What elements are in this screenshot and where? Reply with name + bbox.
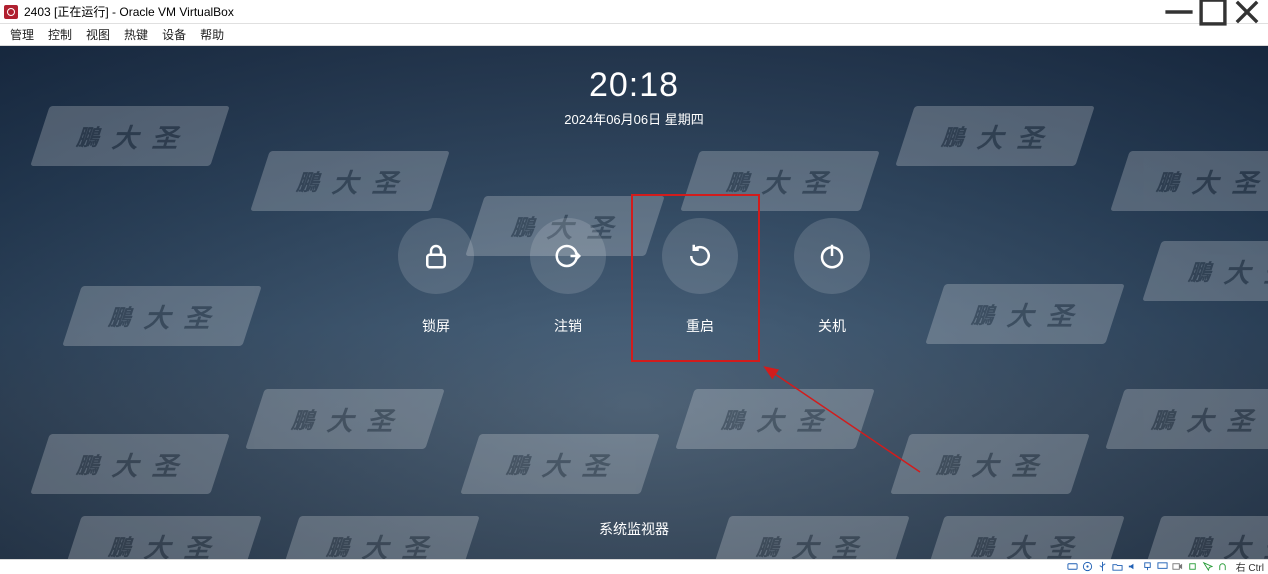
minimize-button[interactable] <box>1162 1 1196 23</box>
watermark: 鵬大圣 <box>1105 389 1268 449</box>
sb-keyboard-icon[interactable] <box>1217 561 1229 573</box>
watermark: 鵬大圣 <box>1142 516 1268 559</box>
shutdown-button[interactable]: 关机 <box>792 218 872 336</box>
watermark: 鵬大圣 <box>245 389 444 449</box>
watermark: 鵬大圣 <box>250 151 449 211</box>
menu-help[interactable]: 帮助 <box>200 26 224 43</box>
sb-mouse-integration-icon[interactable] <box>1202 561 1214 573</box>
sb-hdd-icon[interactable] <box>1067 561 1079 573</box>
menu-view[interactable]: 视图 <box>86 26 110 43</box>
host-menubar: 管理 控制 视图 热键 设备 帮助 <box>0 24 1268 46</box>
lock-screen-clock: 20:18 2024年06月06日 星期四 <box>564 66 703 128</box>
lock-button[interactable]: 锁屏 <box>396 218 476 336</box>
sb-recording-icon[interactable] <box>1172 561 1184 573</box>
system-monitor-link[interactable]: 系统监视器 <box>599 519 669 539</box>
watermark: 鵬大圣 <box>1142 241 1268 301</box>
logout-label: 注销 <box>554 316 582 336</box>
menu-control[interactable]: 控制 <box>48 26 72 43</box>
clock-date: 2024年06月06日 星期四 <box>564 109 703 128</box>
clock-time: 20:18 <box>564 66 703 105</box>
watermark: 鵬大圣 <box>675 389 874 449</box>
host-statusbar: 右 Ctrl <box>0 559 1268 573</box>
watermark: 鵬大圣 <box>680 151 879 211</box>
watermark: 鵬大圣 <box>895 106 1094 166</box>
close-button[interactable] <box>1230 1 1264 23</box>
sb-network-icon[interactable] <box>1142 561 1154 573</box>
host-key-indicator: 右 Ctrl <box>1236 559 1264 574</box>
guest-desktop: 鵬大圣 鵬大圣 鵬大圣 鵬大圣 鵬大圣 鵬大圣 鵬大圣 鵬大圣 鵬大圣 鵬大圣 … <box>0 46 1268 559</box>
sb-display-icon[interactable] <box>1157 561 1169 573</box>
watermark: 鵬大圣 <box>460 434 659 494</box>
watermark: 鵬大圣 <box>890 434 1089 494</box>
watermark: 鵬大圣 <box>710 516 909 559</box>
watermark: 鵬大圣 <box>925 516 1124 559</box>
watermark: 鵬大圣 <box>925 284 1124 344</box>
power-icon <box>794 218 870 294</box>
menu-manage[interactable]: 管理 <box>10 26 34 43</box>
watermark: 鵬大圣 <box>62 516 261 559</box>
host-titlebar: 2403 [正在运行] - Oracle VM VirtualBox <box>0 0 1268 24</box>
shutdown-label: 关机 <box>818 316 846 336</box>
logout-icon <box>530 218 606 294</box>
watermark: 鵬大圣 <box>280 516 479 559</box>
watermark: 鵬大圣 <box>62 286 261 346</box>
lock-icon <box>398 218 474 294</box>
reboot-icon <box>662 218 738 294</box>
reboot-button[interactable]: 重启 <box>660 218 740 336</box>
reboot-label: 重启 <box>686 316 714 336</box>
sb-audio-icon[interactable] <box>1127 561 1139 573</box>
menu-devices[interactable]: 设备 <box>162 26 186 43</box>
lock-label: 锁屏 <box>422 316 450 336</box>
menu-hotkeys[interactable]: 热键 <box>124 26 148 43</box>
power-actions: 锁屏 注销 重启 关机 <box>396 218 872 336</box>
watermark: 鵬大圣 <box>1110 151 1268 211</box>
sb-usb-icon[interactable] <box>1097 561 1109 573</box>
logout-button[interactable]: 注销 <box>528 218 608 336</box>
maximize-button[interactable] <box>1196 1 1230 23</box>
sb-shared-folder-icon[interactable] <box>1112 561 1124 573</box>
host-window-title: 2403 [正在运行] - Oracle VM VirtualBox <box>24 3 234 20</box>
sb-optical-icon[interactable] <box>1082 561 1094 573</box>
virtualbox-app-icon <box>4 5 18 19</box>
watermark: 鵬大圣 <box>30 106 229 166</box>
sb-cpu-icon[interactable] <box>1187 561 1199 573</box>
watermark: 鵬大圣 <box>30 434 229 494</box>
